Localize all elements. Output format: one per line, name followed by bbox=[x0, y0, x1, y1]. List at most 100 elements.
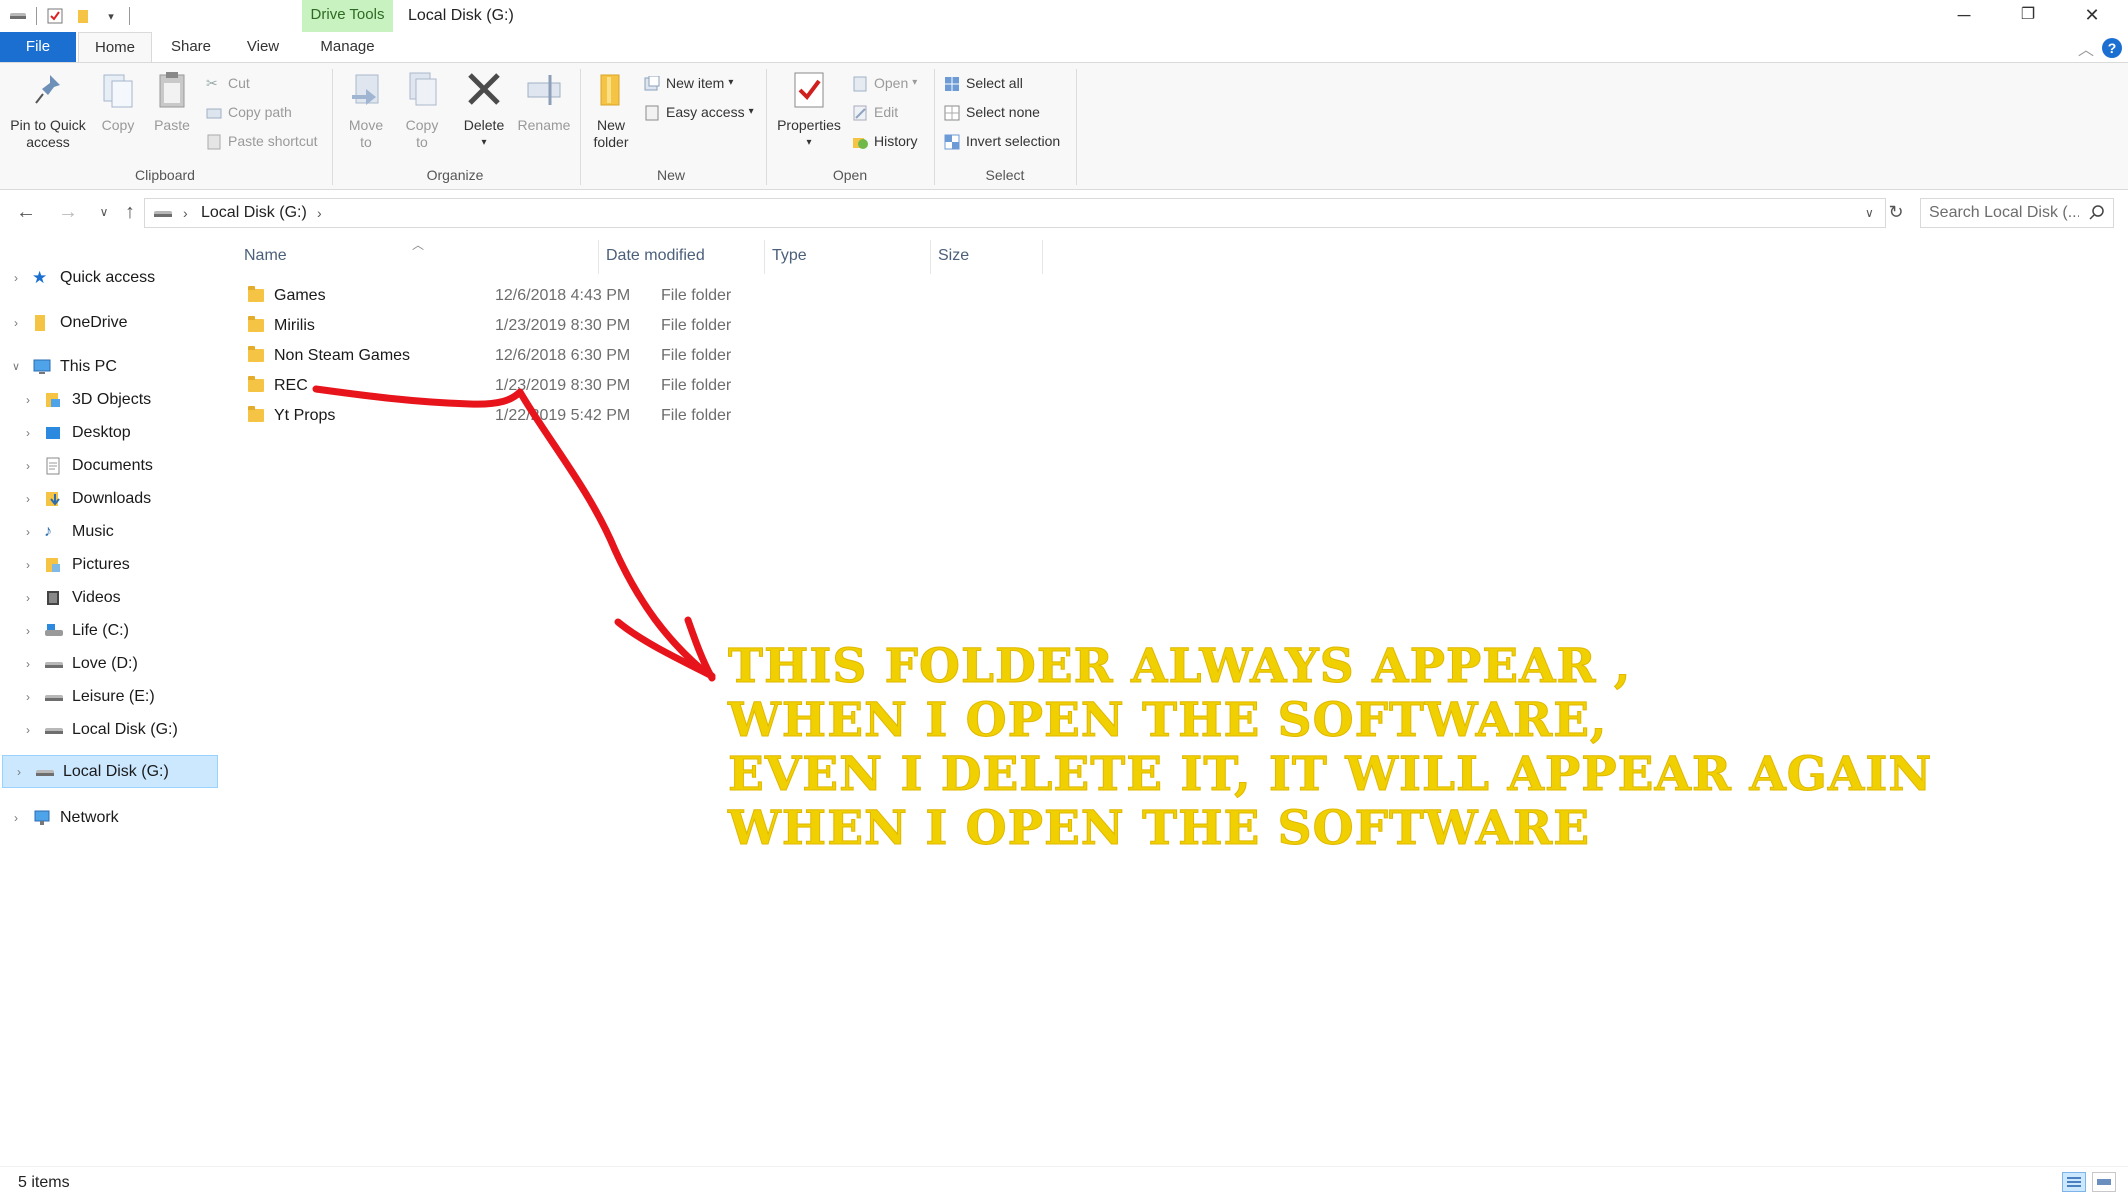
delete-button[interactable]: Delete ▾ bbox=[458, 69, 510, 151]
pictures-icon bbox=[44, 556, 64, 574]
collapse-ribbon-icon[interactable]: ︿ bbox=[2078, 36, 2094, 60]
search-box[interactable] bbox=[1920, 198, 2114, 228]
cut-button[interactable]: ✂ Cut bbox=[206, 71, 250, 95]
table-row[interactable]: Non Steam Games 12/6/2018 6:30 PM File f… bbox=[244, 341, 1064, 371]
column-header-type[interactable]: Type bbox=[772, 236, 807, 276]
close-button[interactable]: ✕ bbox=[2060, 0, 2124, 32]
nav-item-documents[interactable]: › Documents bbox=[0, 449, 216, 482]
expand-chevron-icon[interactable]: › bbox=[20, 426, 36, 440]
tab-file[interactable]: File bbox=[0, 32, 76, 62]
column-header-size[interactable]: Size bbox=[938, 236, 969, 276]
nav-item-pictures[interactable]: › Pictures bbox=[0, 548, 216, 581]
copy-path-icon bbox=[206, 104, 222, 120]
nav-item-love-d[interactable]: › Love (D:) bbox=[0, 647, 216, 680]
breadcrumb-separator-icon[interactable]: › bbox=[183, 199, 188, 227]
move-to-button[interactable]: Move to bbox=[344, 69, 388, 151]
expand-chevron-icon[interactable]: › bbox=[8, 271, 24, 285]
search-input[interactable] bbox=[1929, 199, 2079, 227]
expand-chevron-icon[interactable]: › bbox=[20, 723, 36, 737]
back-arrow-icon[interactable]: ← bbox=[12, 198, 40, 226]
annotation-line: EVEN I DELETE IT, IT WILL APPEAR AGAIN bbox=[728, 747, 1933, 802]
open-button[interactable]: Open ▾ bbox=[852, 71, 917, 95]
easy-access-button[interactable]: Easy access ▾ bbox=[644, 100, 754, 124]
nav-item-local-disk-g-sub[interactable]: › Local Disk (G:) bbox=[0, 713, 216, 746]
expand-chevron-icon[interactable]: › bbox=[20, 393, 36, 407]
nav-item-life-c[interactable]: › Life (C:) bbox=[0, 614, 216, 647]
expand-chevron-icon[interactable]: › bbox=[20, 459, 36, 473]
table-row[interactable]: Yt Props 1/22/2019 5:42 PM File folder bbox=[244, 401, 1064, 431]
table-row[interactable]: REC 1/23/2019 8:30 PM File folder bbox=[244, 371, 1064, 401]
nav-item-downloads[interactable]: › Downloads bbox=[0, 482, 216, 515]
minimize-button[interactable]: ─ bbox=[1932, 0, 1996, 32]
new-folder-quick-icon[interactable] bbox=[73, 6, 93, 26]
search-icon[interactable] bbox=[2089, 204, 2105, 225]
new-item-button[interactable]: New item ▾ bbox=[644, 71, 733, 95]
select-none-button[interactable]: Select none bbox=[944, 100, 1040, 124]
nav-item-network[interactable]: › Network bbox=[0, 801, 216, 834]
copy-button[interactable]: Copy bbox=[96, 69, 140, 134]
nav-item-this-pc[interactable]: ∨ This PC bbox=[0, 350, 216, 383]
large-icons-view-icon[interactable] bbox=[2092, 1172, 2116, 1192]
expand-chevron-icon[interactable]: › bbox=[11, 765, 27, 779]
column-header-date-modified[interactable]: Date modified bbox=[606, 236, 705, 276]
nav-item-quick-access[interactable]: › ★ Quick access bbox=[0, 261, 216, 294]
column-header-name[interactable]: Name bbox=[244, 236, 287, 276]
expand-chevron-icon[interactable]: › bbox=[20, 624, 36, 638]
breadcrumb-local-disk[interactable]: Local Disk (G:) bbox=[201, 199, 307, 227]
customize-toolbar-icon[interactable]: ▾ bbox=[101, 6, 121, 26]
pin-to-quick-access-button[interactable]: Pin to Quick access bbox=[6, 69, 90, 151]
recent-locations-chevron-icon[interactable]: ∨ bbox=[90, 198, 118, 226]
breadcrumb-chevron-icon[interactable]: › bbox=[317, 199, 322, 227]
paste-button[interactable]: Paste bbox=[150, 69, 194, 134]
expand-chevron-icon[interactable]: › bbox=[20, 657, 36, 671]
edit-button[interactable]: Edit bbox=[852, 100, 898, 124]
table-row[interactable]: Mirilis 1/23/2019 8:30 PM File folder bbox=[244, 311, 1064, 341]
open-group-label: Open bbox=[832, 167, 868, 183]
help-icon[interactable]: ? bbox=[2102, 38, 2122, 58]
nav-item-local-disk-g[interactable]: › Local Disk (G:) bbox=[2, 755, 218, 788]
title-bar: ▾ Drive Tools Local Disk (G:) ─ ❐ ✕ bbox=[0, 0, 2128, 32]
folder-icon bbox=[248, 316, 264, 332]
tab-manage[interactable]: Manage bbox=[302, 32, 393, 62]
drive-icon bbox=[44, 655, 64, 673]
tab-share[interactable]: Share bbox=[160, 32, 222, 62]
sort-ascending-icon: ︿ bbox=[412, 238, 425, 252]
collapse-chevron-icon[interactable]: ∨ bbox=[8, 360, 24, 373]
expand-chevron-icon[interactable]: › bbox=[20, 525, 36, 539]
rename-button[interactable]: Rename bbox=[514, 69, 574, 134]
new-folder-button[interactable]: New folder bbox=[588, 69, 634, 151]
paste-shortcut-button[interactable]: Paste shortcut bbox=[206, 129, 318, 153]
expand-chevron-icon[interactable]: › bbox=[20, 690, 36, 704]
history-button[interactable]: History bbox=[852, 129, 918, 153]
windows-drive-icon bbox=[44, 622, 64, 640]
expand-chevron-icon[interactable]: › bbox=[20, 492, 36, 506]
address-field[interactable]: › Local Disk (G:) › ∨ bbox=[144, 198, 1886, 228]
properties-button[interactable]: Properties ▾ bbox=[772, 69, 846, 151]
restore-button[interactable]: ❐ bbox=[1996, 0, 2060, 32]
refresh-icon[interactable]: ↻ bbox=[1882, 198, 1910, 226]
select-all-button[interactable]: Select all bbox=[944, 71, 1023, 95]
expand-chevron-icon[interactable]: › bbox=[8, 811, 24, 825]
details-view-icon[interactable] bbox=[2062, 1172, 2086, 1192]
properties-quick-icon[interactable] bbox=[45, 6, 65, 26]
up-arrow-icon[interactable]: ↑ bbox=[116, 198, 144, 226]
nav-item-music[interactable]: › ♪ Music bbox=[0, 515, 216, 548]
copy-to-button[interactable]: Copy to bbox=[400, 69, 444, 151]
nav-item-onedrive[interactable]: › OneDrive bbox=[0, 306, 216, 339]
expand-chevron-icon[interactable]: › bbox=[20, 558, 36, 572]
folder-icon bbox=[248, 376, 264, 392]
expand-chevron-icon[interactable]: › bbox=[20, 591, 36, 605]
table-row[interactable]: Games 12/6/2018 4:43 PM File folder bbox=[244, 281, 1064, 311]
copy-path-button[interactable]: Copy path bbox=[206, 100, 292, 124]
tab-home[interactable]: Home bbox=[78, 32, 152, 62]
select-none-icon bbox=[944, 104, 960, 121]
invert-selection-button[interactable]: Invert selection bbox=[944, 129, 1060, 153]
expand-chevron-icon[interactable]: › bbox=[8, 316, 24, 330]
nav-item-videos[interactable]: › Videos bbox=[0, 581, 216, 614]
nav-item-3d-objects[interactable]: › 3D Objects bbox=[0, 383, 216, 416]
forward-arrow-icon[interactable]: → bbox=[54, 198, 82, 226]
address-dropdown-chevron-icon[interactable]: ∨ bbox=[1865, 199, 1874, 227]
nav-item-leisure-e[interactable]: › Leisure (E:) bbox=[0, 680, 216, 713]
tab-view[interactable]: View bbox=[232, 32, 294, 62]
nav-item-desktop[interactable]: › Desktop bbox=[0, 416, 216, 449]
